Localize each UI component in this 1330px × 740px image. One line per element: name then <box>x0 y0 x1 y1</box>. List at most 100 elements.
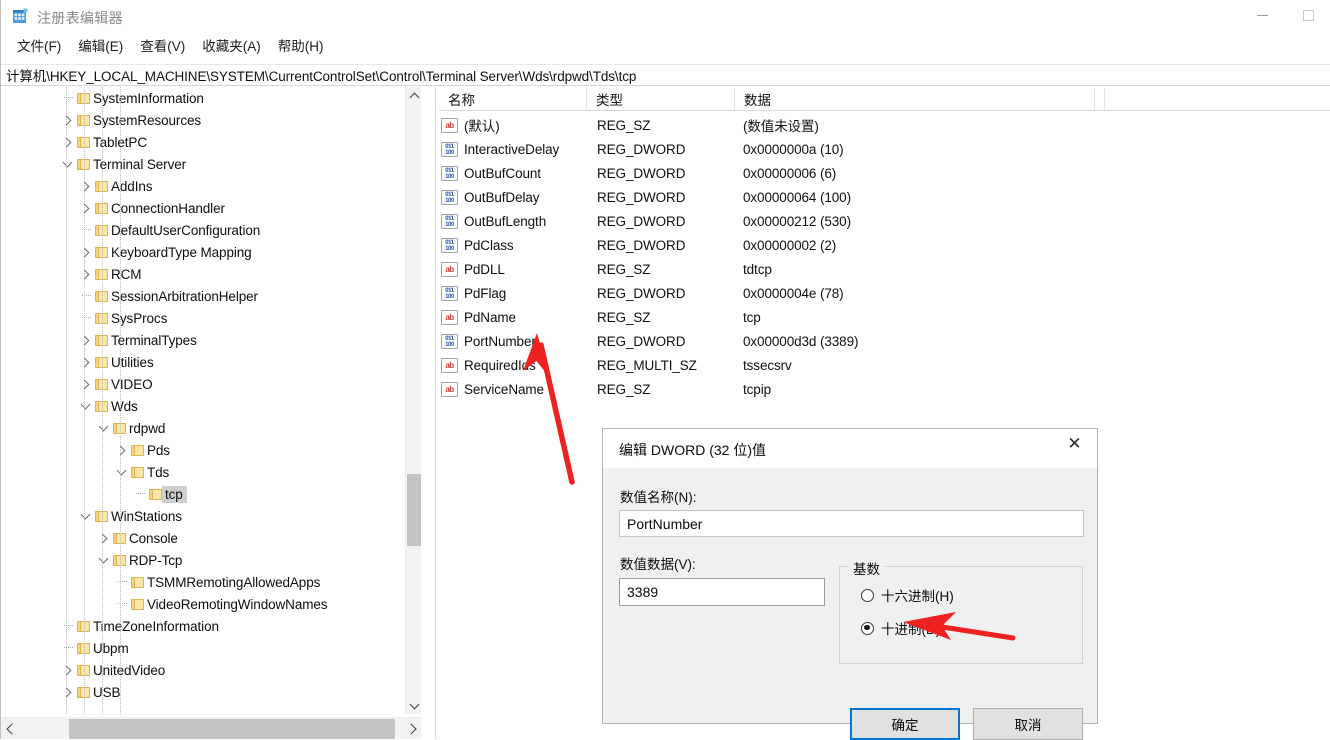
value-name-input[interactable] <box>619 510 1084 537</box>
expand-chevron-icon[interactable] <box>59 134 75 150</box>
registry-value-row[interactable]: 011 100 OutBufCount REG_DWORD 0x00000006 (6) <box>439 161 1319 185</box>
menu-help[interactable]: 帮助(H) <box>270 32 333 58</box>
maximize-button[interactable] <box>1285 0 1330 31</box>
tree-item-rcm[interactable]: RCM <box>1 263 406 285</box>
tree-item-unitedvideo[interactable]: UnitedVideo <box>1 659 406 681</box>
tree-item-timezoneinformation[interactable]: TimeZoneInformation <box>1 615 406 637</box>
registry-value-row[interactable]: 011 100 PortNumber REG_DWORD 0x00000d3d (338… <box>439 329 1319 353</box>
expand-chevron-icon[interactable] <box>77 266 93 282</box>
tree-item-tsmmremotingallowedapps[interactable]: TSMMRemotingAllowedApps <box>1 571 406 593</box>
dialog-title-bar: 编辑 DWORD (32 位)值 ✕ <box>603 429 1097 468</box>
registry-tree[interactable]: SystemInformation SystemResources TabletPC… <box>1 87 406 714</box>
collapse-chevron-icon[interactable] <box>59 156 75 172</box>
scroll-left-button[interactable] <box>1 718 19 739</box>
value-data-cell: tssecsrv <box>743 357 792 373</box>
registry-value-row[interactable]: ab (默认) REG_SZ (数值未设置) <box>439 113 1319 137</box>
tree-item-addins[interactable]: AddIns <box>1 175 406 197</box>
radio-decimal[interactable]: 十进制(D) <box>861 618 940 638</box>
tree-item-systemresources[interactable]: SystemResources <box>1 109 406 131</box>
tree-item-terminal-server[interactable]: Terminal Server <box>1 153 406 175</box>
tree-hscroll-thumb[interactable] <box>69 719 395 739</box>
value-data-cell: tcp <box>743 309 761 325</box>
reg-dword-icon: 011 100 <box>441 237 458 253</box>
tree-item-sysprocs[interactable]: SysProcs <box>1 307 406 329</box>
menu-view[interactable]: 查看(V) <box>132 32 194 58</box>
cancel-button[interactable]: 取消 <box>973 708 1083 740</box>
tree-item-keyboardtype-mapping[interactable]: KeyboardType Mapping <box>1 241 406 263</box>
tree-item-videoremotingwindownames[interactable]: VideoRemotingWindowNames <box>1 593 406 615</box>
tree-item-tds[interactable]: Tds <box>1 461 406 483</box>
radio-hexadecimal[interactable]: 十六进制(H) <box>861 585 954 605</box>
scroll-right-button[interactable] <box>403 718 421 739</box>
tree-item-connectionhandler[interactable]: ConnectionHandler <box>1 197 406 219</box>
expand-chevron-icon[interactable] <box>95 530 111 546</box>
expand-chevron-icon[interactable] <box>77 244 93 260</box>
registry-value-row[interactable]: 011 100 OutBufLength REG_DWORD 0x00000212 (5… <box>439 209 1319 233</box>
scroll-down-button[interactable] <box>406 697 422 714</box>
value-name-text: InteractiveDelay <box>464 141 560 157</box>
value-data-input[interactable] <box>619 578 825 606</box>
tree-item-console[interactable]: Console <box>1 527 406 549</box>
tree-item-usb[interactable]: USB <box>1 681 406 703</box>
tree-item-tabletpc[interactable]: TabletPC <box>1 131 406 153</box>
radix-group-box <box>839 566 1083 664</box>
column-header-type[interactable]: 类型 <box>587 88 735 110</box>
value-data-cell: (数值未设置) <box>743 119 819 134</box>
registry-value-row[interactable]: ab RequiredIds REG_MULTI_SZ tssecsrv <box>439 353 1319 377</box>
collapse-chevron-icon[interactable] <box>95 552 111 568</box>
expand-chevron-icon[interactable] <box>59 684 75 700</box>
expand-chevron-icon[interactable] <box>113 442 129 458</box>
registry-value-row[interactable]: 011 100 InteractiveDelay REG_DWORD 0x0000000… <box>439 137 1319 161</box>
tree-item-sessionarbitrationhelper[interactable]: SessionArbitrationHelper <box>1 285 406 307</box>
close-icon[interactable]: ✕ <box>1052 429 1097 459</box>
expand-chevron-icon[interactable] <box>59 662 75 678</box>
tree-item-systeminformation[interactable]: SystemInformation <box>1 87 406 109</box>
menu-favorites[interactable]: 收藏夹(A) <box>194 32 270 58</box>
collapse-chevron-icon[interactable] <box>95 420 111 436</box>
expand-chevron-icon[interactable] <box>77 200 93 216</box>
tree-item-video[interactable]: VIDEO <box>1 373 406 395</box>
minimize-button[interactable] <box>1239 0 1285 31</box>
collapse-chevron-icon[interactable] <box>113 464 129 480</box>
tree-item-label: Ubpm <box>93 640 129 656</box>
tree-item-wds[interactable]: Wds <box>1 395 406 417</box>
tree-connector <box>131 486 147 502</box>
tree-item-label: AddIns <box>111 178 153 194</box>
tree-item-tcp[interactable]: tcp <box>1 483 406 505</box>
ok-button[interactable]: 确定 <box>850 708 960 740</box>
tree-item-pds[interactable]: Pds <box>1 439 406 461</box>
column-header-data[interactable]: 数据 <box>735 88 1095 110</box>
tree-item-winstations[interactable]: WinStations <box>1 505 406 527</box>
tree-item-defaultuserconfiguration[interactable]: DefaultUserConfiguration <box>1 219 406 241</box>
registry-value-row[interactable]: ab PdName REG_SZ tcp <box>439 305 1319 329</box>
tree-item-terminaltypes[interactable]: TerminalTypes <box>1 329 406 351</box>
tree-item-label: Wds <box>111 398 138 414</box>
collapse-chevron-icon[interactable] <box>77 398 93 414</box>
address-bar[interactable]: 计算机\HKEY_LOCAL_MACHINE\SYSTEM\CurrentCon… <box>1 64 1330 86</box>
registry-value-row[interactable]: 011 100 PdClass REG_DWORD 0x00000002 (2) <box>439 233 1319 257</box>
registry-value-row[interactable]: ab PdDLL REG_SZ tdtcp <box>439 257 1319 281</box>
tree-item-label: SysProcs <box>111 310 168 326</box>
collapse-chevron-icon[interactable] <box>77 508 93 524</box>
expand-chevron-icon[interactable] <box>77 178 93 194</box>
expand-chevron-icon[interactable] <box>77 354 93 370</box>
tree-item-utilities[interactable]: Utilities <box>1 351 406 373</box>
tree-item-ubpm[interactable]: Ubpm <box>1 637 406 659</box>
expand-chevron-icon[interactable] <box>77 332 93 348</box>
tree-item-rdp-tcp[interactable]: RDP-Tcp <box>1 549 406 571</box>
menu-edit[interactable]: 编辑(E) <box>70 32 132 58</box>
registry-value-row[interactable]: 011 100 OutBufDelay REG_DWORD 0x00000064 (10… <box>439 185 1319 209</box>
tree-guideline <box>102 87 103 714</box>
menu-file[interactable]: 文件(F) <box>9 32 70 58</box>
tree-horizontal-scrollbar[interactable] <box>1 717 421 739</box>
value-name-cell: 011 100 PortNumber <box>441 333 591 349</box>
tree-vertical-scrollbar[interactable] <box>405 87 421 714</box>
column-header-name[interactable]: 名称 <box>439 88 587 110</box>
registry-value-row[interactable]: 011 100 PdFlag REG_DWORD 0x0000004e (78) <box>439 281 1319 305</box>
scroll-up-button[interactable] <box>406 87 422 104</box>
tree-item-rdpwd[interactable]: rdpwd <box>1 417 406 439</box>
tree-vscroll-thumb[interactable] <box>407 474 421 546</box>
expand-chevron-icon[interactable] <box>77 376 93 392</box>
registry-value-row[interactable]: ab ServiceName REG_SZ tcpip <box>439 377 1319 401</box>
expand-chevron-icon[interactable] <box>59 112 75 128</box>
